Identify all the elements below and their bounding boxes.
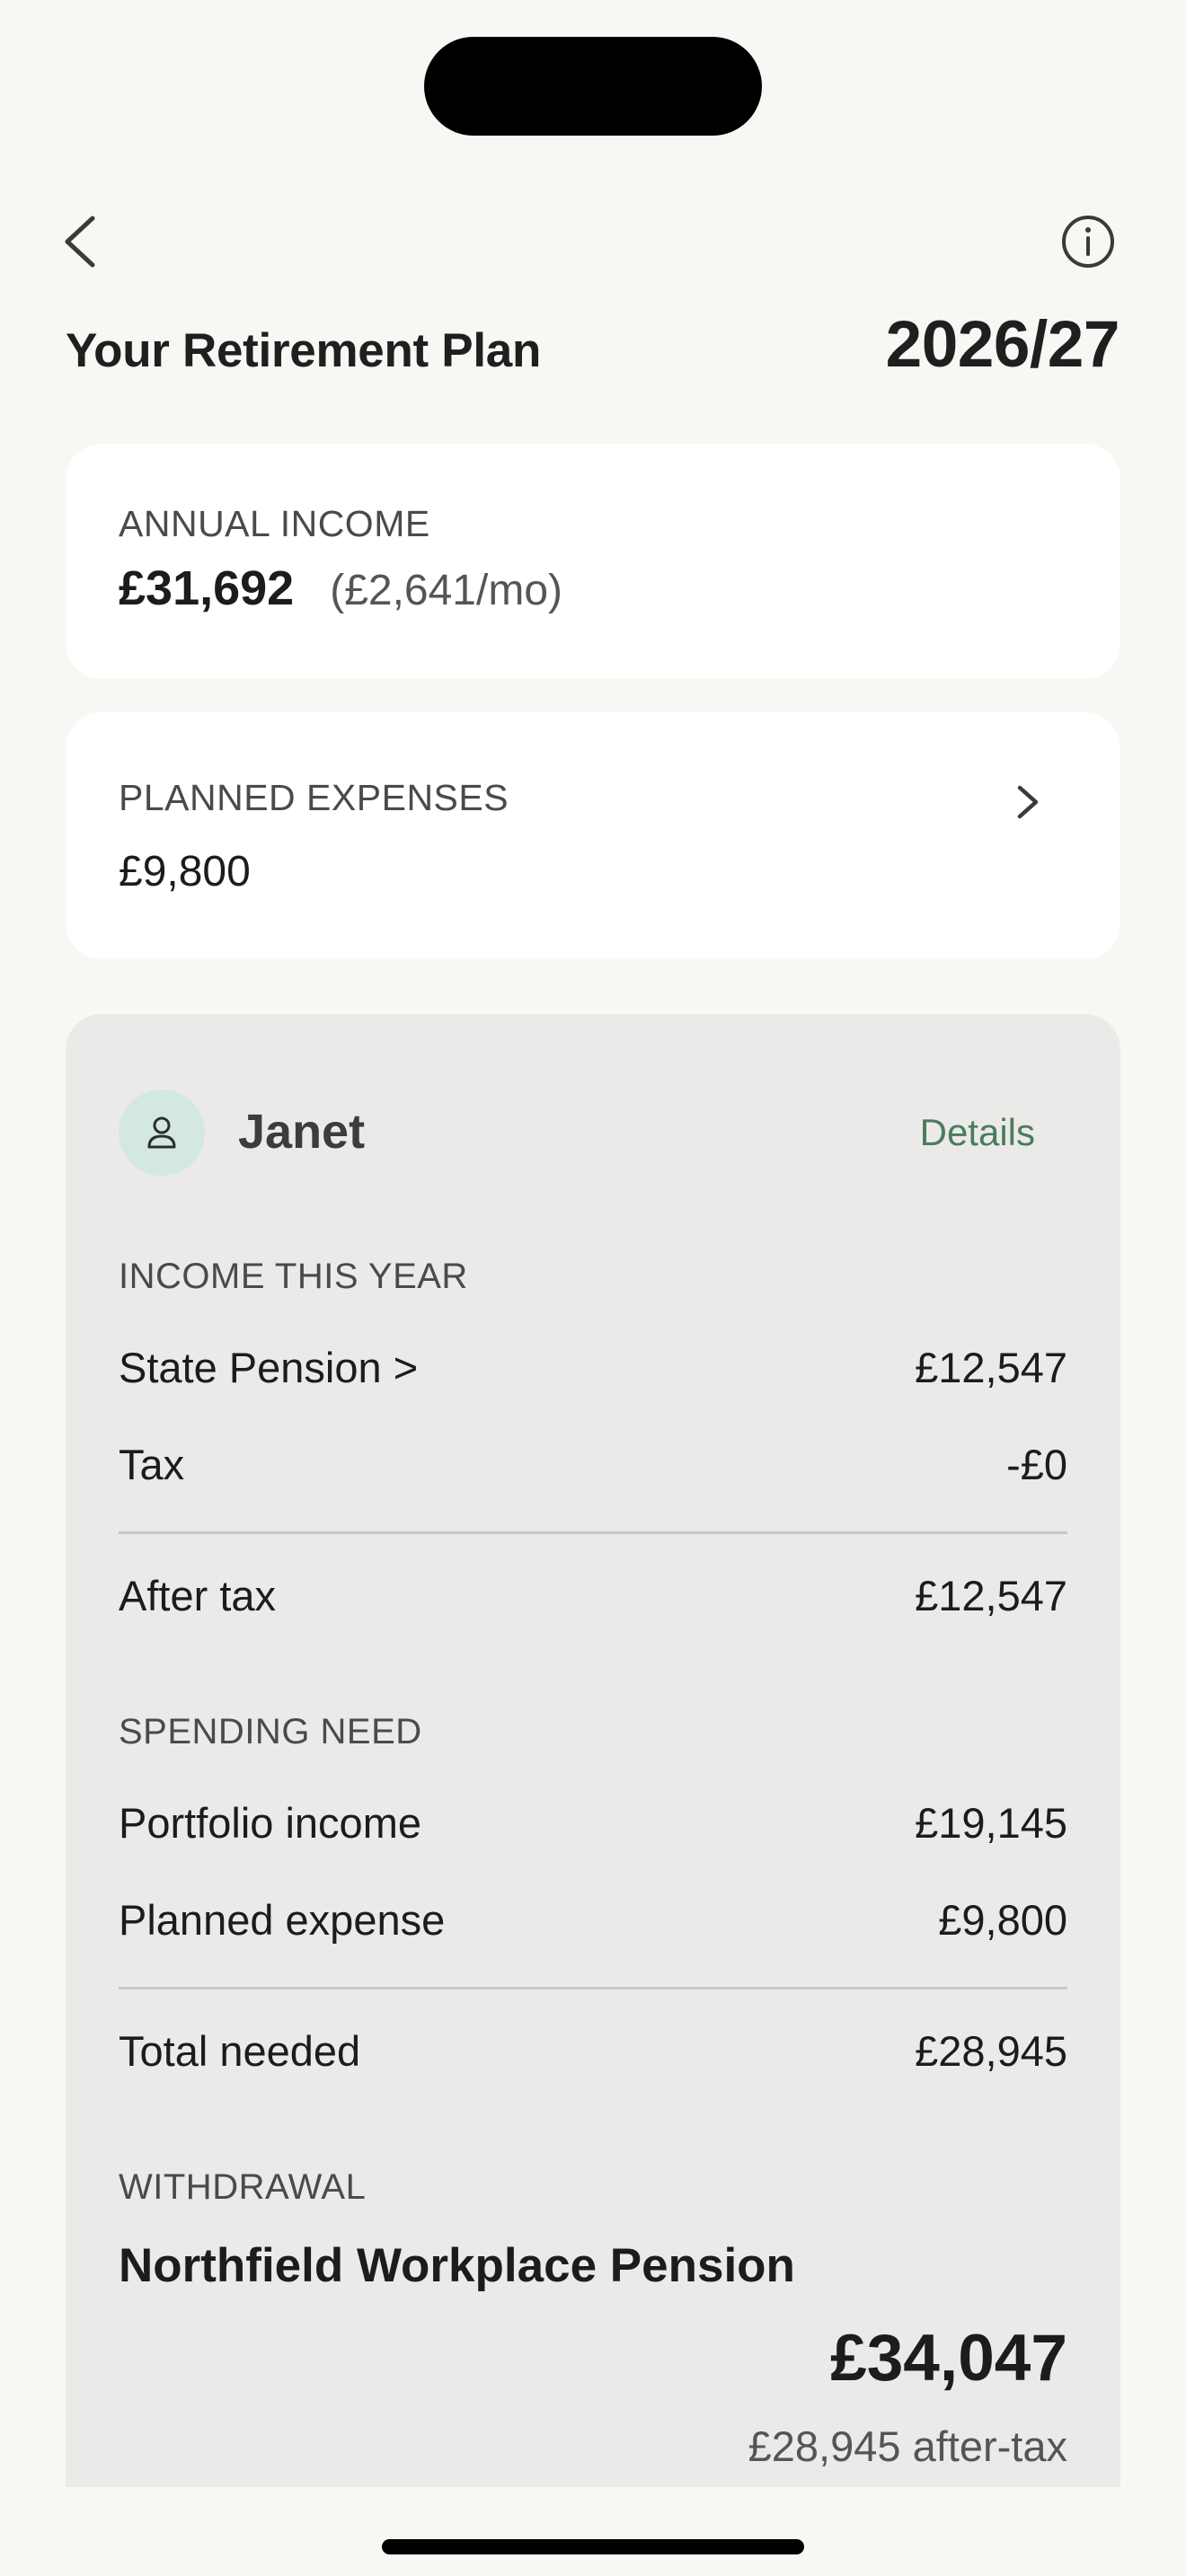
info-button[interactable] [1048,201,1128,282]
row-label: Portfolio income [119,1799,421,1847]
person-card: Janet Details INCOME THIS YEAR State Pen… [66,1014,1120,2487]
monthly-income-value: (£2,641/mo) [330,567,562,614]
planned-expenses-value: £9,800 [119,848,251,895]
spending-row-portfolio-income: Portfolio income £19,145 [119,1798,1067,1848]
income-row-state-pension[interactable]: State Pension > £12,547 [119,1343,1067,1392]
back-button[interactable] [40,201,120,282]
row-value: £12,547 [915,1344,1067,1391]
avatar [119,1090,205,1176]
person-name: Janet [238,1105,366,1159]
divider [119,1531,1067,1534]
annual-income-label: ANNUAL INCOME [119,503,430,544]
person-icon [147,1116,176,1149]
tax-year: 2026/27 [885,308,1120,381]
annual-income-card: ANNUAL INCOME £31,692 (£2,641/mo) [66,444,1120,679]
dynamic-island [424,37,762,136]
row-label: After tax [119,1572,277,1619]
chevron-left-icon [65,216,95,268]
annual-income-value: £31,692 [119,561,295,615]
row-value: £12,547 [915,1572,1067,1619]
withdrawal-label: WITHDRAWAL [119,2167,367,2207]
income-row-tax: Tax -£0 [119,1440,1067,1489]
planned-expenses-label: PLANNED EXPENSES [119,777,509,818]
row-value: £9,800 [938,1896,1067,1944]
details-link[interactable]: Details [920,1111,1035,1154]
spending-row-total-needed: Total needed £28,945 [119,2026,1067,2076]
spending-row-planned-expense: Planned expense £9,800 [119,1895,1067,1945]
info-icon [1062,216,1114,268]
row-label: Total needed [119,2027,361,2075]
income-row-after-tax: After tax £12,547 [119,1571,1067,1620]
page-title: Your Retirement Plan [66,324,542,377]
row-value: £19,145 [915,1799,1067,1847]
row-label: State Pension > [119,1344,419,1391]
divider [119,1987,1067,1989]
withdrawal-amount: £34,047 [830,2322,1067,2395]
annual-income-row: £31,692 (£2,641/mo) [119,560,562,616]
chevron-right-icon [1017,785,1039,819]
planned-expenses-card[interactable]: PLANNED EXPENSES £9,800 [66,712,1120,959]
row-value: £28,945 [915,2027,1067,2075]
withdrawal-source: Northfield Workplace Pension [119,2239,795,2292]
spending-need-label: SPENDING NEED [119,1712,422,1751]
row-value: -£0 [1006,1441,1067,1488]
home-indicator [382,2539,804,2554]
row-label: Tax [119,1441,185,1488]
row-label: Planned expense [119,1896,446,1944]
withdrawal-after-tax: £28,945 after-tax [748,2422,1067,2470]
income-this-year-label: INCOME THIS YEAR [119,1257,468,1296]
